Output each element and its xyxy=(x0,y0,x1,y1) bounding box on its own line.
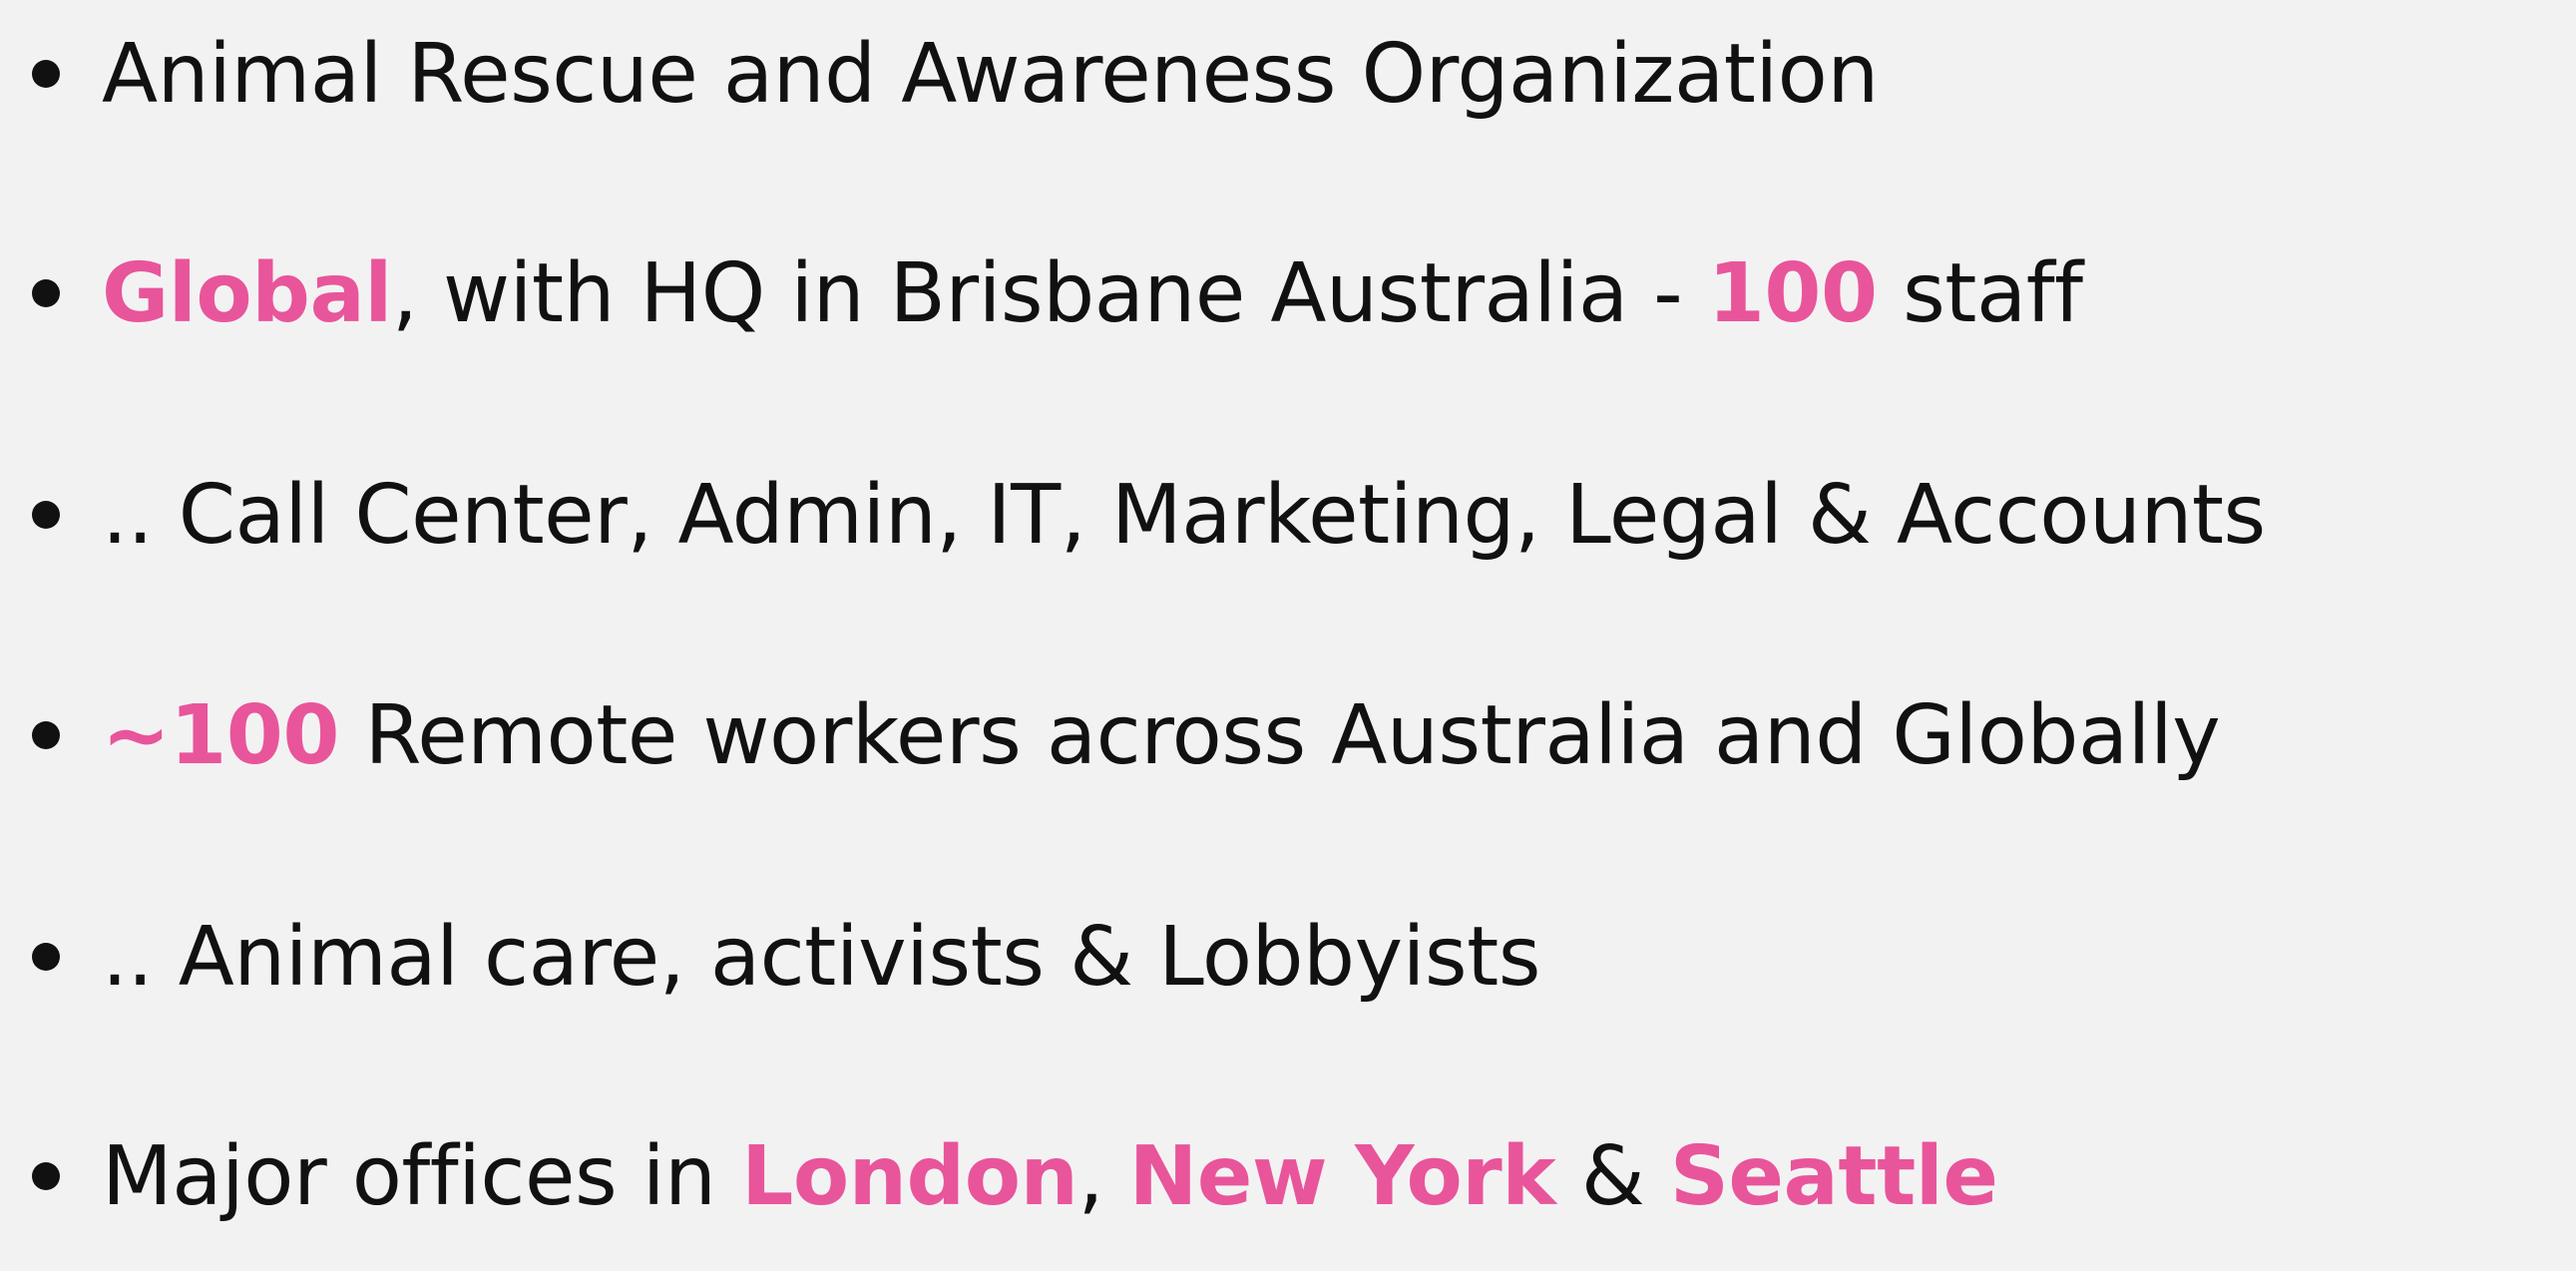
bullet-text: .. Animal care, activists & Lobbyists xyxy=(102,909,1541,1005)
bullet-item-animal-care: .. Animal care, activists & Lobbyists xyxy=(32,882,1541,1032)
highlight-new-york: New York xyxy=(1128,1128,1556,1224)
bullet-text: .. Call Center, Admin, IT, Marketing, Le… xyxy=(102,467,2266,563)
bullet-dot-icon xyxy=(32,60,60,88)
text-segment: , with HQ in Brisbane Australia - xyxy=(391,245,1708,341)
highlight-remote-count: ~100 xyxy=(102,687,339,783)
slide: Animal Rescue and Awareness Organization… xyxy=(0,0,2576,1271)
bullet-dot-icon xyxy=(32,721,60,749)
text-segment: Major offices in xyxy=(102,1128,742,1224)
text-segment: & xyxy=(1555,1128,1670,1224)
bullet-item-remote-workers: ~100 Remote workers across Australia and… xyxy=(32,660,2221,810)
bullet-text: Animal Rescue and Awareness Organization xyxy=(102,26,1879,122)
bullet-text: Major offices in London, New York & Seat… xyxy=(102,1128,1998,1224)
bullet-item-global-hq: Global, with HQ in Brisbane Australia - … xyxy=(32,218,2083,368)
highlight-seattle: Seattle xyxy=(1669,1128,1998,1224)
bullet-item-organization: Animal Rescue and Awareness Organization xyxy=(32,0,1879,149)
bullet-text: ~100 Remote workers across Australia and… xyxy=(102,687,2221,783)
bullet-item-departments: .. Call Center, Admin, IT, Marketing, Le… xyxy=(32,440,2266,590)
highlight-staff-count: 100 xyxy=(1707,245,1878,341)
text-segment: , xyxy=(1077,1128,1129,1224)
text-segment: Remote workers across Australia and Glob… xyxy=(338,687,2221,783)
bullet-item-major-offices: Major offices in London, New York & Seat… xyxy=(32,1101,1998,1251)
bullet-text: Global, with HQ in Brisbane Australia - … xyxy=(102,245,2083,341)
highlight-global: Global xyxy=(102,245,392,341)
text-segment: staff xyxy=(1877,245,2083,341)
bullet-dot-icon xyxy=(32,1162,60,1190)
highlight-london: London xyxy=(741,1128,1078,1224)
bullet-dot-icon xyxy=(32,279,60,307)
bullet-dot-icon xyxy=(32,501,60,529)
bullet-dot-icon xyxy=(32,943,60,971)
